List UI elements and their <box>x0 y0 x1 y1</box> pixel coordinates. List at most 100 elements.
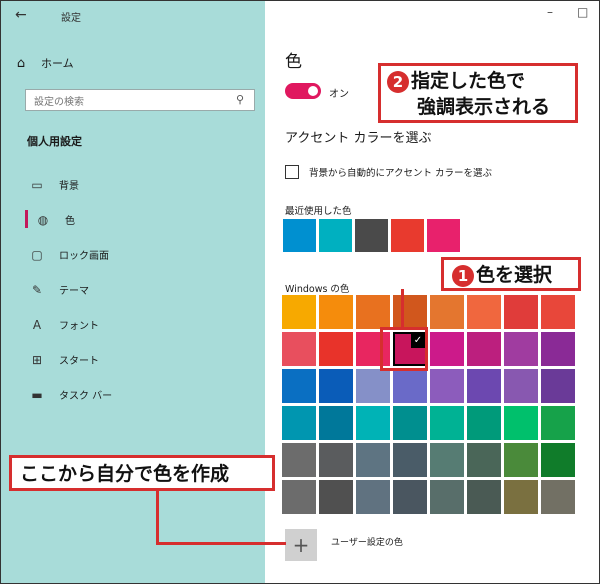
color-swatch[interactable] <box>541 332 575 366</box>
color-swatch[interactable] <box>393 369 427 403</box>
recent-colors-label: 最近使用した色 <box>285 206 352 217</box>
color-swatch[interactable] <box>541 369 575 403</box>
sidebar: ← 設定 ⌂ ホーム ⚲ 個人用設定 ▭ 背景 ◍ 色 ▢ ロック画面 <box>1 1 265 583</box>
color-swatch[interactable] <box>282 369 316 403</box>
color-swatch[interactable] <box>467 406 501 440</box>
sidebar-item-label: スタート <box>59 356 99 367</box>
color-swatch[interactable] <box>504 332 538 366</box>
color-swatch[interactable] <box>430 295 464 329</box>
recent-color-swatch[interactable] <box>391 219 424 252</box>
color-swatch[interactable] <box>282 295 316 329</box>
color-swatch[interactable] <box>356 295 390 329</box>
color-swatch[interactable] <box>319 480 353 514</box>
settings-window: ← 設定 ⌂ ホーム ⚲ 個人用設定 ▭ 背景 ◍ 色 ▢ ロック画面 <box>0 0 600 584</box>
auto-accent-label: 背景から自動的にアクセント カラーを選ぶ <box>309 168 493 179</box>
sidebar-item-background[interactable]: ▭ 背景 <box>1 167 265 202</box>
auto-accent-checkbox[interactable] <box>285 165 299 179</box>
color-swatch[interactable] <box>467 443 501 477</box>
sidebar-item-colors[interactable]: ◍ 色 <box>1 202 265 237</box>
color-swatch[interactable] <box>282 443 316 477</box>
sidebar-item-label: 背景 <box>59 181 79 192</box>
image-icon: ▭ <box>31 177 43 192</box>
start-icon: ⊞ <box>31 352 43 367</box>
color-swatch[interactable] <box>356 369 390 403</box>
search-box[interactable]: ⚲ <box>25 89 255 113</box>
color-swatch[interactable] <box>541 295 575 329</box>
callout-text: ここから自分で色を作成 <box>20 463 230 485</box>
color-swatch[interactable] <box>430 443 464 477</box>
sidebar-item-themes[interactable]: ✎ テーマ <box>1 272 265 307</box>
callout-highlight: 2 指定した色で 強調表示される <box>378 63 578 123</box>
custom-color-option[interactable]: + ユーザー設定の色 <box>285 529 403 561</box>
color-swatch[interactable] <box>319 369 353 403</box>
color-swatch[interactable] <box>356 480 390 514</box>
color-swatch[interactable] <box>504 443 538 477</box>
color-swatch[interactable] <box>393 406 427 440</box>
title-bar: ← 設定 <box>1 1 265 31</box>
font-icon: A <box>32 317 42 332</box>
color-swatch[interactable] <box>504 480 538 514</box>
color-swatch[interactable] <box>467 332 501 366</box>
sidebar-item-label: タスク バー <box>59 391 113 402</box>
color-swatch[interactable] <box>467 295 501 329</box>
color-swatch[interactable] <box>430 332 464 366</box>
color-swatch[interactable] <box>356 406 390 440</box>
color-swatch[interactable] <box>282 406 316 440</box>
minimize-button[interactable]: – <box>547 5 553 19</box>
back-arrow-icon[interactable]: ← <box>15 7 27 23</box>
color-swatch[interactable] <box>467 480 501 514</box>
custom-color-button[interactable]: + <box>285 529 317 561</box>
color-swatch[interactable] <box>504 406 538 440</box>
auto-accent-option[interactable]: 背景から自動的にアクセント カラーを選ぶ <box>285 165 492 179</box>
home-icon: ⌂ <box>16 55 26 71</box>
color-swatch[interactable] <box>541 406 575 440</box>
color-swatch[interactable] <box>541 480 575 514</box>
sidebar-item-lock-screen[interactable]: ▢ ロック画面 <box>1 237 265 272</box>
windows-colors-label: Windows の色 <box>285 284 350 295</box>
callout-line <box>401 289 404 329</box>
recent-color-swatch[interactable] <box>319 219 352 252</box>
selected-color-highlight <box>380 327 428 371</box>
color-swatch[interactable] <box>393 443 427 477</box>
color-swatch[interactable] <box>430 480 464 514</box>
color-swatch[interactable] <box>356 443 390 477</box>
color-swatch[interactable] <box>319 443 353 477</box>
recent-color-swatch[interactable] <box>427 219 460 252</box>
maximize-button[interactable]: □ <box>577 5 588 19</box>
page-title: 色 <box>285 52 302 72</box>
sidebar-item-fonts[interactable]: A フォント <box>1 307 265 342</box>
color-swatch[interactable] <box>282 480 316 514</box>
color-swatch[interactable] <box>504 369 538 403</box>
callout-text: 色を選択 <box>476 264 553 286</box>
search-icon[interactable]: ⚲ <box>236 93 244 106</box>
recent-color-swatch[interactable] <box>355 219 388 252</box>
nav-list: ▭ 背景 ◍ 色 ▢ ロック画面 ✎ テーマ A フォント ⊞ スタート ▬ タ… <box>1 167 265 412</box>
custom-color-label: ユーザー設定の色 <box>331 537 403 548</box>
color-swatch[interactable] <box>319 295 353 329</box>
color-swatch[interactable] <box>541 443 575 477</box>
color-swatch[interactable] <box>319 406 353 440</box>
color-swatch[interactable] <box>393 295 427 329</box>
sidebar-item-start[interactable]: ⊞ スタート <box>1 342 265 377</box>
color-swatch[interactable] <box>467 369 501 403</box>
theme-icon: ✎ <box>31 282 43 297</box>
search-input[interactable] <box>26 92 224 113</box>
sidebar-item-taskbar[interactable]: ▬ タスク バー <box>1 377 265 412</box>
color-swatch[interactable] <box>504 295 538 329</box>
color-swatch[interactable] <box>282 332 316 366</box>
color-swatch[interactable] <box>319 332 353 366</box>
home-label: ホーム <box>41 57 74 70</box>
sidebar-item-label: ロック画面 <box>59 251 109 262</box>
recent-color-swatch[interactable] <box>283 219 316 252</box>
color-swatch[interactable] <box>430 369 464 403</box>
window-title: 設定 <box>61 13 81 24</box>
callout-text: 強調表示される <box>417 96 551 118</box>
color-swatch[interactable] <box>430 406 464 440</box>
sidebar-item-home[interactable]: ⌂ ホーム <box>13 51 253 75</box>
toggle-label: オン <box>329 89 349 100</box>
sidebar-item-label: フォント <box>59 321 99 332</box>
accent-toggle[interactable] <box>285 83 321 99</box>
callout-line <box>156 542 286 545</box>
color-swatch[interactable] <box>393 480 427 514</box>
section-title: 個人用設定 <box>27 135 82 148</box>
